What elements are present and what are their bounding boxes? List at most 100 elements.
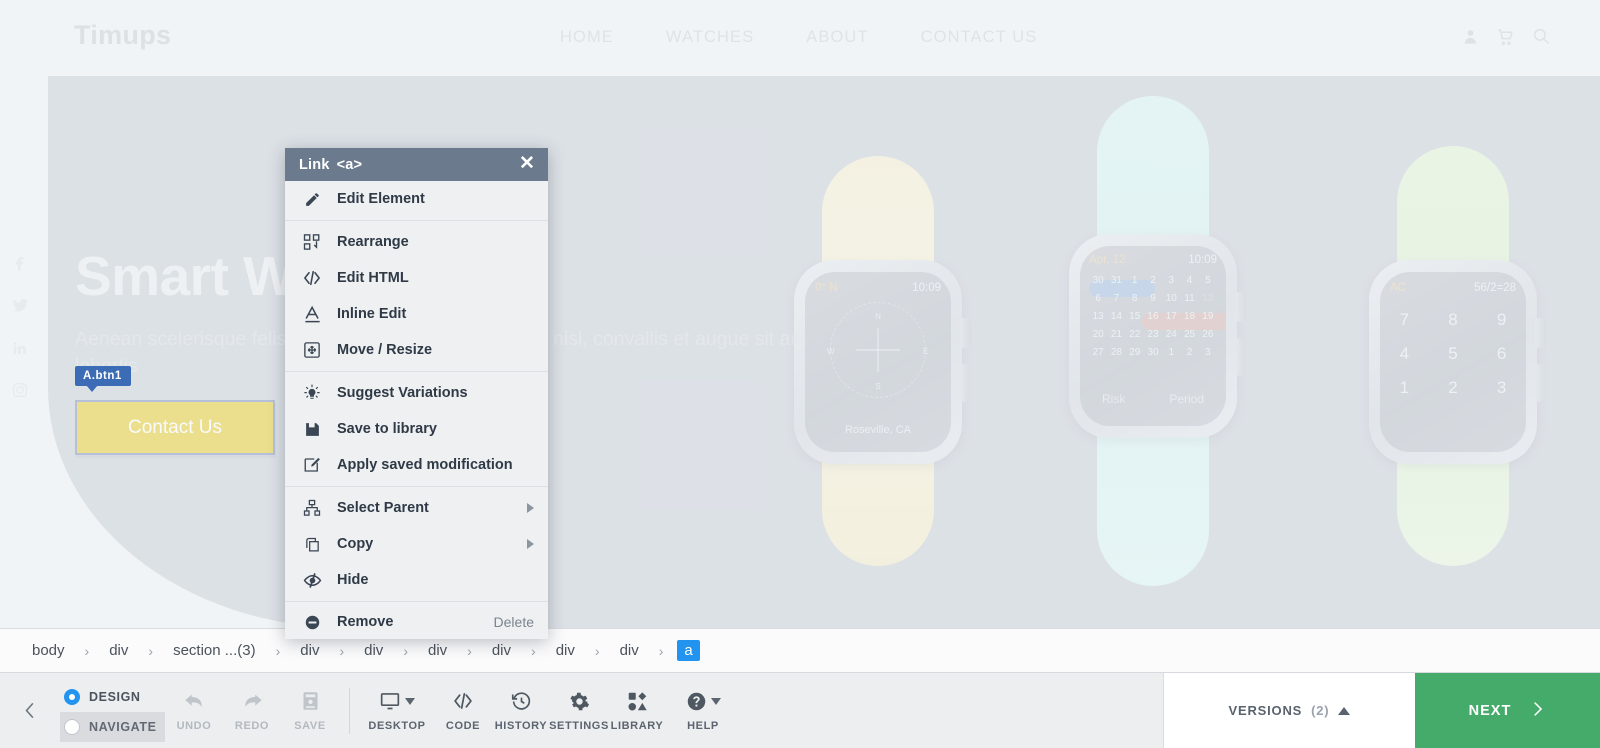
chevron-up-icon <box>1338 706 1351 715</box>
calendar-day: 15 <box>1129 311 1141 322</box>
calendar-day: 7 <box>1113 293 1120 304</box>
hero-contact-us-button[interactable]: Contact Us <box>75 400 275 455</box>
twitter-icon[interactable] <box>12 297 29 319</box>
breadcrumb-separator-icon: › <box>84 642 90 659</box>
code-button[interactable]: CODE <box>434 673 492 748</box>
breadcrumb-item-div[interactable]: div <box>422 640 453 661</box>
social-rail <box>12 255 29 403</box>
breadcrumb-separator-icon: › <box>467 642 472 659</box>
library-button[interactable]: LIBRARY <box>608 673 666 748</box>
breadcrumb-item-a-active[interactable]: a <box>677 640 700 661</box>
versions-button[interactable]: VERSIONS (2) <box>1163 673 1415 748</box>
next-label: NEXT <box>1468 702 1512 719</box>
calculator-key: 4 <box>1399 344 1410 363</box>
breadcrumb-item-div[interactable]: div <box>614 640 645 661</box>
calendar-day: 23 <box>1147 329 1159 340</box>
chevron-down-icon[interactable] <box>405 697 415 705</box>
user-icon[interactable] <box>1462 28 1479 50</box>
mode-navigate[interactable]: NAVIGATE <box>60 711 165 742</box>
chevron-right-icon <box>1529 698 1546 724</box>
breadcrumb-item-body[interactable]: body <box>26 640 71 661</box>
watch-right: AC 56/2=28 7 8 9 4 5 6 1 2 3 <box>1358 146 1548 576</box>
menu-item-rearrange[interactable]: Rearrange <box>285 224 548 260</box>
menu-item-inline-edit[interactable]: Inline Edit <box>285 296 548 332</box>
menu-item-move-resize[interactable]: Move / Resize <box>285 332 548 368</box>
cart-icon[interactable] <box>1497 28 1514 50</box>
calculator-key: 7 <box>1399 310 1410 329</box>
undo-button[interactable]: UNDO <box>165 673 223 748</box>
apply-modification-icon <box>299 455 325 475</box>
instagram-icon[interactable] <box>12 382 29 403</box>
mode-label: DESIGN <box>89 689 141 704</box>
menu-separator <box>285 601 548 602</box>
save-label: SAVE <box>294 720 326 732</box>
breadcrumb-item-div[interactable]: div <box>103 640 134 661</box>
calendar-day: 5 <box>1205 275 1211 286</box>
close-icon[interactable]: ✕ <box>516 153 538 176</box>
help-label: HELP <box>687 720 719 732</box>
calendar-month: Apr, 12 <box>1089 254 1126 266</box>
menu-item-edit-element[interactable]: Edit Element <box>285 181 548 217</box>
calendar-day: 22 <box>1129 329 1141 340</box>
next-button[interactable]: NEXT <box>1415 673 1600 748</box>
nav-link-contact-us[interactable]: CONTACT US <box>921 28 1038 47</box>
breadcrumb-item-section[interactable]: section ...(3) <box>167 640 262 661</box>
shapes-library-icon <box>627 689 648 713</box>
settings-button[interactable]: SETTINGS <box>549 673 608 748</box>
menu-separator <box>285 371 548 372</box>
menu-item-copy[interactable]: Copy <box>285 526 548 562</box>
save-button[interactable]: SAVE <box>281 673 339 748</box>
calendar-time: 10:09 <box>1188 254 1217 266</box>
calculator-key: 3 <box>1496 378 1507 397</box>
facebook-icon[interactable] <box>12 255 29 276</box>
context-menu-tag: <a> <box>336 156 363 173</box>
menu-item-label: Remove <box>337 614 394 630</box>
mode-selector: DESIGN NAVIGATE <box>60 673 165 748</box>
nav-link-home[interactable]: HOME <box>560 28 614 47</box>
menu-item-hide[interactable]: Hide <box>285 562 548 598</box>
breadcrumb-separator-icon: › <box>531 642 536 659</box>
calculator-key: 5 <box>1448 344 1458 363</box>
help-button[interactable]: HELP <box>666 673 740 748</box>
calendar-day: 30 <box>1147 347 1159 358</box>
chevron-down-icon[interactable] <box>710 697 721 705</box>
watch-left: 0° N 10:09 N E S W Roseville, CA <box>783 156 973 576</box>
menu-item-save-to-library[interactable]: Save to library <box>285 411 548 447</box>
menu-item-edit-html[interactable]: Edit HTML <box>285 260 548 296</box>
rearrange-icon <box>299 232 325 252</box>
hierarchy-icon <box>299 498 325 518</box>
watch-right-screen: AC 56/2=28 7 8 9 4 5 6 1 2 3 <box>1380 272 1526 452</box>
tools-button-group: DESKTOP CODE HISTORY SETTINGS LIBRARY HE… <box>360 673 740 748</box>
code-icon <box>299 268 325 288</box>
menu-item-apply-saved-modification[interactable]: Apply saved modification <box>285 447 548 483</box>
search-icon[interactable] <box>1532 27 1550 50</box>
menu-item-select-parent[interactable]: Select Parent <box>285 490 548 526</box>
history-button[interactable]: HISTORY <box>492 673 550 748</box>
calendar-day: 24 <box>1165 329 1177 340</box>
compass-dir-s: S <box>875 382 881 391</box>
mode-design[interactable]: DESIGN <box>60 682 165 712</box>
calendar-day: 8 <box>1131 293 1138 304</box>
calendar-day: 10 <box>1165 293 1177 304</box>
chevron-left-icon[interactable] <box>0 673 60 748</box>
breadcrumb-item-div[interactable]: div <box>486 640 517 661</box>
pencil-icon <box>299 189 325 209</box>
breadcrumb-item-div[interactable]: div <box>550 640 581 661</box>
watch-center-calendar: Apr, 12 10:09 30 31 1 2 3 4 5 6 7 8 9 10… <box>1080 246 1226 358</box>
desktop-button[interactable]: DESKTOP <box>360 673 434 748</box>
compass-dir-n: N <box>875 312 881 321</box>
menu-item-label: Apply saved modification <box>337 457 513 473</box>
nav-link-watches[interactable]: WATCHES <box>666 28 754 47</box>
submenu-arrow-icon <box>527 539 534 549</box>
watch-center-screen: Apr, 12 10:09 30 31 1 2 3 4 5 6 7 8 9 10… <box>1080 246 1226 426</box>
breadcrumb-item-div[interactable]: div <box>358 640 389 661</box>
nav-link-about[interactable]: ABOUT <box>806 28 868 47</box>
menu-item-remove[interactable]: Remove Delete <box>285 605 548 639</box>
linkedin-icon[interactable] <box>12 340 29 361</box>
menu-item-label: Copy <box>337 536 374 552</box>
redo-button[interactable]: REDO <box>223 673 281 748</box>
menu-item-suggest-variations[interactable]: Suggest Variations <box>285 375 548 411</box>
mode-label: NAVIGATE <box>89 719 157 734</box>
site-logo[interactable]: Timups <box>74 20 171 51</box>
breadcrumb-item-div[interactable]: div <box>294 640 325 661</box>
